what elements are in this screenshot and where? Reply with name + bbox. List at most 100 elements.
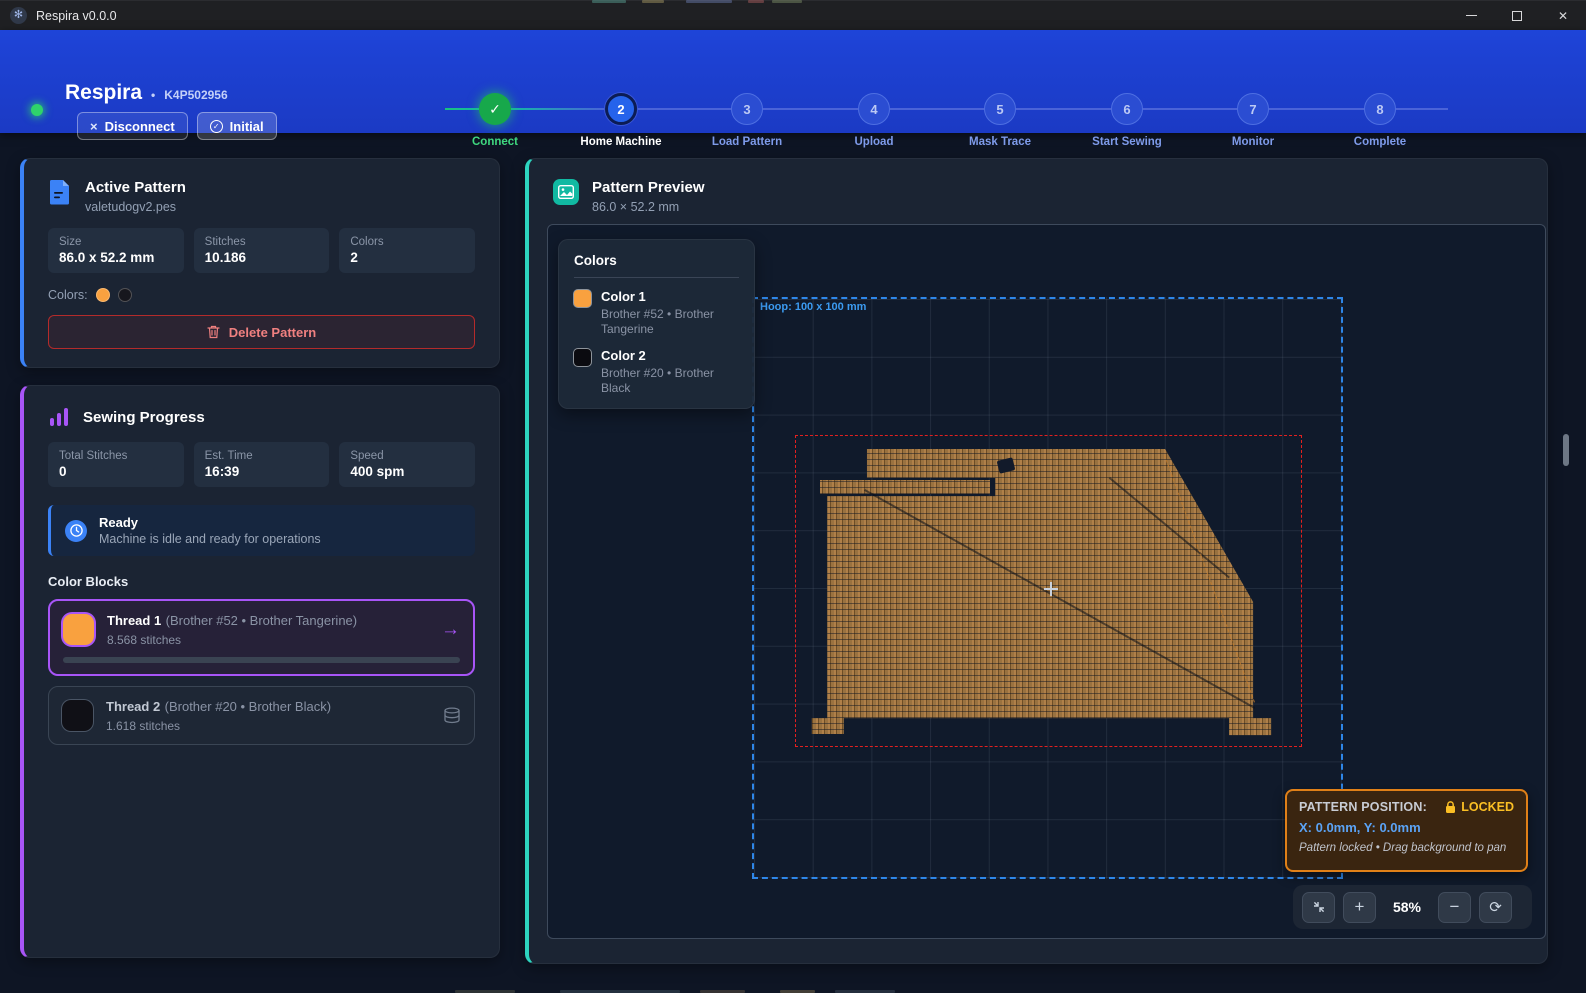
app-name: Respira [65,81,142,105]
initial-button[interactable]: ✓ Initial [197,112,277,140]
maximize-button[interactable] [1494,1,1540,31]
thread-1-name: Thread 1 [107,613,161,628]
pattern-lock-hint: Pattern locked • Drag background to pan [1299,842,1514,854]
legend-color-2-name: Color 2 [601,348,739,363]
stepper-line [890,108,984,110]
stat-total-stitches-value: 0 [59,464,173,479]
step-monitor-circle[interactable]: 7 [1237,93,1269,125]
legend-item-color-1: Color 1 Brother #52 • Brother Tangerine [574,289,739,337]
respira-app-window: { "window": { "title": "Respira v0.0.0",… [0,0,1586,993]
step-complete-circle[interactable]: 8 [1364,93,1396,125]
arrow-right-icon[interactable]: → [441,619,460,641]
stat-stitches: Stitches 10.186 [194,228,330,273]
zoom-level: 58% [1384,899,1430,915]
thread-2-stitches: 1.618 stitches [106,719,331,733]
background-window-sliver [772,0,802,3]
machine-serial: K4P502956 [164,88,227,102]
disconnect-x-icon: × [90,119,98,134]
zoom-in-button[interactable]: + [1343,892,1376,923]
close-icon: ✕ [1558,9,1568,23]
disconnect-label: Disconnect [105,119,175,134]
zoom-out-button[interactable]: − [1438,892,1471,923]
stepper-line [1143,108,1237,110]
connection-status-dot [31,104,43,116]
embroidery-pattern[interactable] [810,447,1273,736]
step-home-machine-label: Home Machine [556,136,686,148]
minimize-icon [1466,15,1477,16]
step-upload-circle[interactable]: 4 [858,93,890,125]
sewing-progress-title: Sewing Progress [83,409,205,426]
thread-2-swatch [62,700,93,731]
legend-color-1-description: Brother #52 • Brother Tangerine [601,307,739,337]
thread-1-stitches: 8.568 stitches [107,633,357,647]
stack-icon [443,707,461,724]
thread-2-block[interactable]: Thread 2 (Brother #20 • Brother Black) 1… [48,686,475,745]
preview-canvas[interactable]: Hoop: 100 x 100 mm Colors Color 1 Brothe… [547,224,1546,939]
bar-chart-icon [48,406,70,428]
stat-stitches-label: Stitches [205,236,319,248]
lock-icon [1445,801,1456,814]
stepper-line [445,108,479,110]
background-window-sliver [748,0,764,3]
reset-view-button[interactable]: ⟳ [1479,892,1512,923]
background-window-sliver [686,0,732,3]
stat-total-stitches: Total Stitches 0 [48,442,184,487]
stepper-line [763,108,858,110]
step-complete-label: Complete [1315,136,1445,148]
colors-row-label: Colors: [48,288,88,302]
legend-color-2-description: Brother #20 • Brother Black [601,366,739,396]
sewing-progress-card: Sewing Progress Total Stitches 0 Est. Ti… [20,385,500,958]
pattern-position-label: PATTERN POSITION: [1299,800,1427,814]
stat-colors-label: Colors [350,236,464,248]
machine-status-description: Machine is idle and ready for operations [99,532,321,546]
legend-item-color-2: Color 2 Brother #20 • Brother Black [574,348,739,396]
thread-1-progress-bar [63,657,460,663]
thread-2-name: Thread 2 [106,699,160,714]
background-window-sliver [642,0,664,3]
stepper-line [1269,108,1364,110]
stat-size-value: 86.0 x 52.2 mm [59,250,173,265]
step-start-sewing-circle[interactable]: 6 [1111,93,1143,125]
thread-1-block[interactable]: Thread 1 (Brother #52 • Brother Tangerin… [48,599,475,676]
app-header: Respira • K4P502956 × Disconnect ✓ Initi… [0,30,1586,133]
disconnect-button[interactable]: × Disconnect [77,112,188,140]
step-mask-trace-circle[interactable]: 5 [984,93,1016,125]
app-icon: ✻ [10,7,27,24]
active-pattern-filename: valetudogv2.pes [85,200,186,214]
page-scrollbar-thumb[interactable] [1563,434,1569,466]
minimize-button[interactable] [1448,1,1494,31]
trash-icon [207,325,220,339]
thread-1-detail: (Brother #52 • Brother Tangerine) [166,613,357,628]
locked-badge: LOCKED [1461,800,1514,814]
stat-speed-value: 400 spm [350,464,464,479]
step-upload-label: Upload [809,136,939,148]
step-connect-circle[interactable]: ✓ [479,93,511,125]
hoop-label: Hoop: 100 x 100 mm [760,301,866,313]
legend-swatch-2 [574,349,591,366]
pattern-stitch-bar [820,480,990,494]
stat-est-time: Est. Time 16:39 [194,442,330,487]
stat-est-time-label: Est. Time [205,450,319,462]
fit-view-button[interactable] [1302,892,1335,923]
color-blocks-heading: Color Blocks [24,556,499,589]
stat-speed-label: Speed [350,450,464,462]
pattern-preview-title: Pattern Preview [592,179,705,196]
image-icon [553,179,579,205]
delete-pattern-button[interactable]: Delete Pattern [48,315,475,349]
maximize-icon [1512,11,1522,21]
close-button[interactable]: ✕ [1540,1,1586,31]
colors-legend: Colors Color 1 Brother #52 • Brother Tan… [558,239,755,409]
delete-pattern-label: Delete Pattern [229,325,316,340]
stat-total-stitches-label: Total Stitches [59,450,173,462]
title-bar: ✻ Respira v0.0.0 ✕ [0,0,1586,30]
stat-stitches-value: 10.186 [205,250,319,265]
clock-icon [65,520,87,542]
serial-bullet: • [151,88,155,102]
active-pattern-title: Active Pattern [85,179,186,196]
step-load-pattern-circle[interactable]: 3 [731,93,763,125]
step-monitor-label: Monitor [1188,136,1318,148]
pattern-preview-card: Pattern Preview 86.0 × 52.2 mm Hoop: 100… [525,158,1548,964]
legend-color-1-name: Color 1 [601,289,739,304]
step-load-pattern-label: Load Pattern [682,136,812,148]
step-home-machine-circle[interactable]: 2 [605,93,637,125]
